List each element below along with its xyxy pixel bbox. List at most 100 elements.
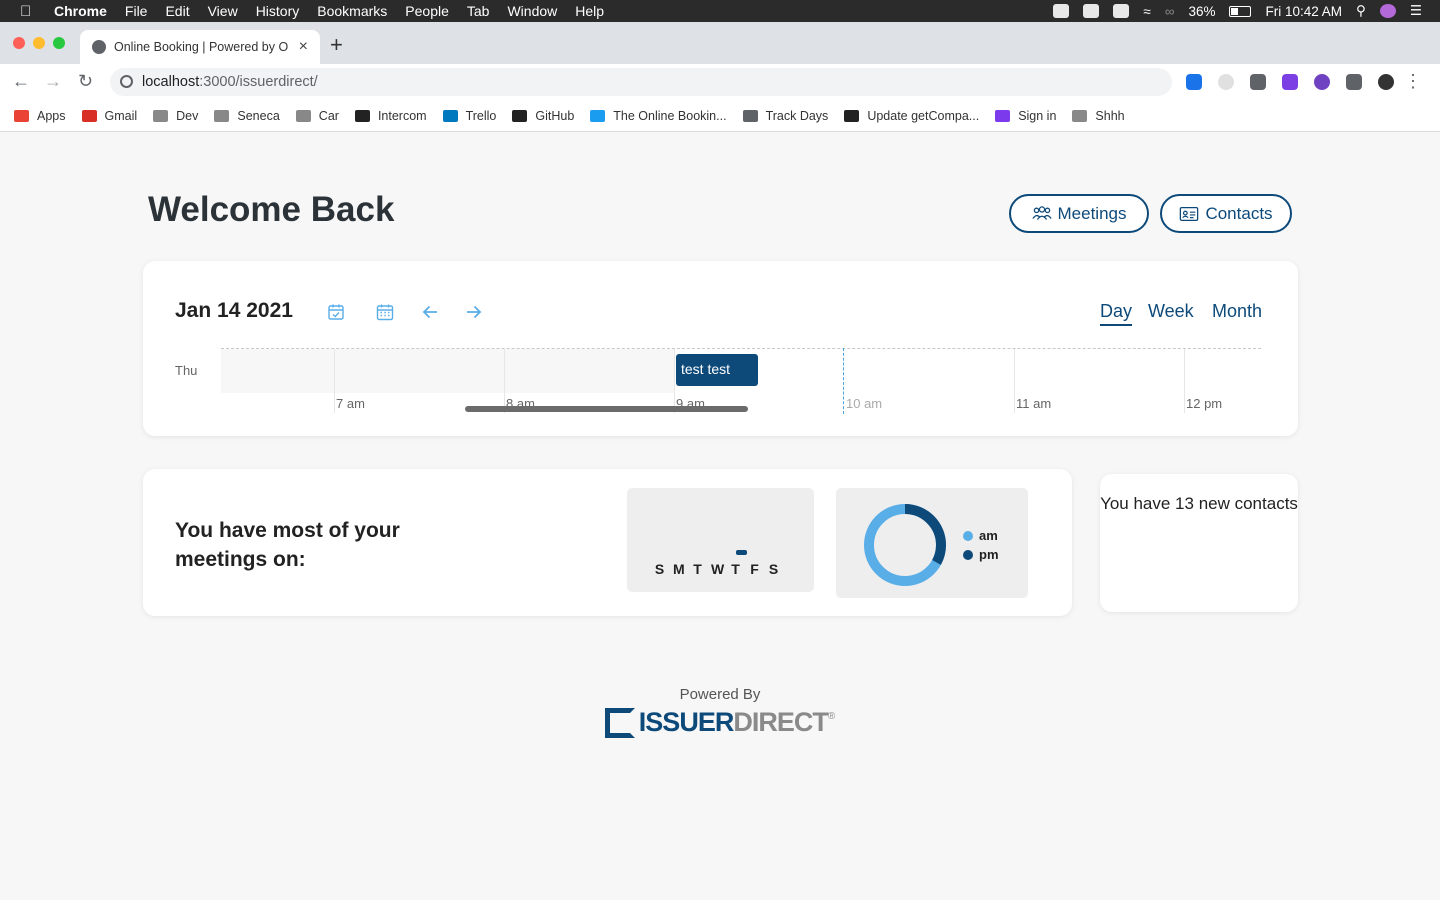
clock[interactable]: Fri 10:42 AM <box>1265 4 1342 19</box>
bookmark-item[interactable]: Track Days <box>742 108 829 123</box>
bookmark-item[interactable]: Shhh <box>1072 108 1125 123</box>
new-contacts-message: You have 13 new contacts <box>1100 494 1298 513</box>
bookmark-label: Trello <box>465 108 497 123</box>
date-picker-icon[interactable] <box>376 303 394 321</box>
legend-pm-label: pm <box>979 547 999 562</box>
am-pm-chart-panel: am pm <box>836 488 1028 598</box>
github-icon <box>512 109 528 122</box>
bookmark-item[interactable]: Dev <box>153 109 198 123</box>
legend-am-swatch <box>963 530 973 541</box>
weekday-tue: T <box>693 561 702 577</box>
bookmark-label: Car <box>318 108 339 123</box>
zoom-status-icon[interactable] <box>1053 4 1070 18</box>
window-minimize-button[interactable] <box>33 37 45 49</box>
folder-icon <box>295 109 311 122</box>
bookmark-item[interactable]: Trello <box>442 108 497 123</box>
bookmark-item[interactable]: Update getCompa... <box>844 109 979 123</box>
window-zoom-button[interactable] <box>53 37 65 49</box>
extension-bitwarden-icon[interactable] <box>1250 74 1266 90</box>
menu-help[interactable]: Help <box>575 3 604 19</box>
tab-day[interactable]: Day <box>1100 301 1133 326</box>
siri-icon[interactable] <box>1379 4 1396 18</box>
battery-icon[interactable] <box>1229 5 1252 17</box>
bookmark-item[interactable]: GitHub <box>512 109 574 123</box>
calendar-event[interactable]: test test <box>676 354 758 386</box>
people-group-icon <box>1031 205 1052 220</box>
logo-direct-text: DIRECT <box>733 707 828 737</box>
previous-arrow-icon[interactable] <box>421 303 439 321</box>
extension-intercom-icon[interactable] <box>1186 74 1202 90</box>
wifi-icon[interactable]: ≈ <box>1143 4 1150 19</box>
legend-pm: pm <box>963 547 999 562</box>
extension-arrow-icon[interactable] <box>1314 74 1330 90</box>
browser-tab-strip: Online Booking | Powered by O × + <box>0 22 1440 64</box>
trello-icon <box>442 109 458 122</box>
menu-history[interactable]: History <box>256 3 300 19</box>
bookmark-label: Dev <box>176 108 199 123</box>
window-close-button[interactable] <box>13 37 25 49</box>
back-arrow-icon[interactable]: ← <box>12 71 30 92</box>
bookmark-label: Track Days <box>765 108 829 123</box>
bookmark-label: Seneca <box>237 108 280 123</box>
extensions-puzzle-icon[interactable] <box>1346 74 1362 90</box>
meetings-button[interactable]: Meetings <box>1009 194 1149 233</box>
weekday-sun: S <box>654 561 665 577</box>
tab-close-icon[interactable]: × <box>299 38 308 56</box>
current-time-indicator <box>843 348 844 414</box>
timeline-scrollbar[interactable] <box>465 406 748 412</box>
bookmark-label: Sign in <box>1018 108 1057 123</box>
new-contacts-card[interactable]: You have 13 new contacts <box>1100 474 1298 612</box>
apple-menu-icon[interactable]:  <box>20 3 42 20</box>
tab-week[interactable]: Week <box>1148 301 1194 322</box>
bookmark-label: GitHub <box>535 108 575 123</box>
bookmark-item[interactable]: Seneca <box>214 108 280 123</box>
menu-tab[interactable]: Tab <box>467 3 490 19</box>
menu-bookmarks[interactable]: Bookmarks <box>317 3 387 19</box>
hour-gridline <box>504 349 505 413</box>
bookmark-item[interactable]: Gmail <box>81 109 137 123</box>
tab-month[interactable]: Month <box>1212 301 1262 322</box>
today-calendar-icon[interactable] <box>327 303 345 321</box>
bookmark-item[interactable]: Sign in <box>995 109 1056 123</box>
timeline-dashed-line <box>221 348 1261 349</box>
bookmark-item[interactable]: Intercom <box>354 109 427 123</box>
bitwarden-status-icon[interactable] <box>1113 4 1130 18</box>
booking-icon <box>590 109 606 122</box>
issuer-direct-logo[interactable]: ISSUER DIRECT ® <box>604 707 835 738</box>
menu-view[interactable]: View <box>208 3 238 19</box>
site-info-icon[interactable] <box>120 75 133 88</box>
calendar-date: Jan 14 2021 <box>175 299 293 322</box>
time-label-12pm: 12 pm <box>1186 396 1223 411</box>
menu-people[interactable]: People <box>405 3 449 19</box>
address-bar[interactable]: localhost:3000/issuerdirect/ <box>110 68 1172 96</box>
menu-file[interactable]: File <box>125 3 148 19</box>
folder-icon <box>1072 109 1088 122</box>
dropbox-status-icon[interactable] <box>1083 4 1100 18</box>
extension-v-icon[interactable] <box>1282 74 1298 90</box>
bookmark-item[interactable]: The Online Bookin... <box>590 108 727 123</box>
bookmark-item[interactable]: Apps <box>14 109 66 123</box>
bluetooth-icon[interactable]: ∞ <box>1165 4 1175 19</box>
menu-edit[interactable]: Edit <box>165 3 189 19</box>
bookmark-label: Shhh <box>1095 108 1125 123</box>
reload-icon[interactable]: ↻ <box>78 71 93 92</box>
forward-arrow-icon[interactable]: → <box>44 71 62 92</box>
bookmark-item[interactable]: Car <box>295 108 339 123</box>
new-tab-button[interactable]: + <box>330 34 343 56</box>
notification-center-icon[interactable]: ☰ <box>1410 3 1422 19</box>
chrome-menu-icon[interactable]: ⋮ <box>1404 71 1422 92</box>
logo-issuer-text: ISSUER <box>638 707 735 737</box>
spotlight-search-icon[interactable]: ⚲ <box>1356 3 1366 19</box>
contacts-button[interactable]: Contacts <box>1160 194 1292 233</box>
url-path: :3000/issuerdirect/ <box>199 74 318 90</box>
hour-gridline <box>1184 349 1185 413</box>
bookmark-label: The Online Bookin... <box>613 108 727 123</box>
day-label: Thu <box>175 363 198 378</box>
browser-tab-active[interactable]: Online Booking | Powered by O × <box>80 30 320 64</box>
hour-gridline <box>674 349 675 413</box>
extension-loader-icon[interactable] <box>1218 74 1234 90</box>
profile-avatar[interactable] <box>1378 74 1394 90</box>
menu-window[interactable]: Window <box>507 3 557 19</box>
next-arrow-icon[interactable] <box>465 303 483 321</box>
menu-app-name[interactable]: Chrome <box>54 3 107 19</box>
